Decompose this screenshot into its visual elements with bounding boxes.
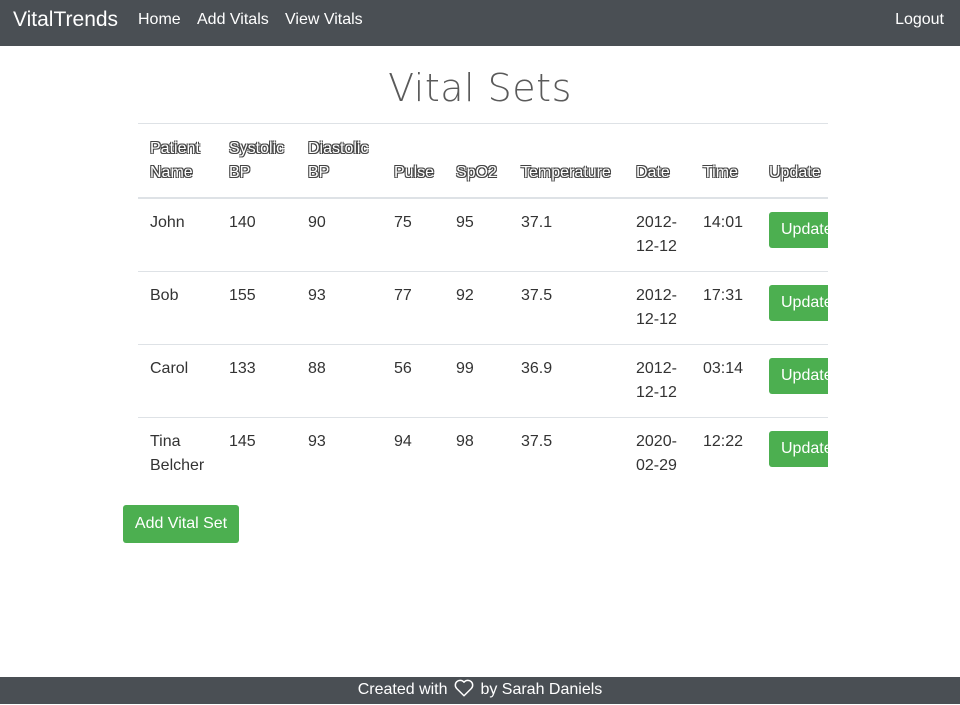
cell-systolic: 140 bbox=[229, 214, 256, 231]
cell-date: 2012-12-12 bbox=[624, 344, 691, 418]
cell-date: 2020-02-29 bbox=[624, 417, 691, 490]
cell-spo2: 95 bbox=[456, 214, 474, 231]
cell-diastolic: 90 bbox=[308, 214, 326, 231]
cell-pulse: 56 bbox=[382, 344, 444, 418]
footer-prefix: Created with bbox=[357, 681, 448, 698]
cell-time: 14:01 bbox=[703, 214, 744, 231]
nav-add-vitals-link[interactable]: Add Vitals bbox=[197, 11, 269, 29]
header-patient-name: Patient Name bbox=[138, 123, 217, 199]
cell-update: Update bbox=[757, 417, 828, 490]
header-diastolic-bp: Diastolic BP bbox=[296, 123, 382, 199]
header-pulse: Pulse bbox=[382, 123, 444, 199]
cell-update: Update bbox=[757, 198, 828, 272]
navbar: VitalTrends Home Add Vitals View Vitals … bbox=[0, 0, 960, 46]
update-button[interactable]: Update bbox=[769, 285, 828, 321]
cell-update: Update bbox=[757, 344, 828, 418]
update-button[interactable]: Update bbox=[769, 212, 828, 248]
table-row: Tina Belcher 145 93 94 98 37.5 2020-02-2… bbox=[138, 417, 828, 490]
footer: Created with by Sarah Daniels bbox=[0, 677, 960, 704]
cell-diastolic: 88 bbox=[296, 344, 382, 418]
header-time: Time bbox=[691, 123, 757, 199]
vitals-table-container: Patient Name Systolic BP Diastolic BP Pu… bbox=[138, 123, 828, 490]
cell-systolic: 155 bbox=[217, 271, 296, 345]
header-date: Date bbox=[624, 123, 691, 199]
nav-home-link[interactable]: Home bbox=[138, 11, 181, 29]
cell-time: 03:14 bbox=[691, 344, 757, 418]
nav-view-vitals-link[interactable]: View Vitals bbox=[285, 11, 363, 29]
cell-spo2: 98 bbox=[444, 417, 509, 490]
cell-time: 12:22 bbox=[691, 417, 757, 490]
cell-pulse: 75 bbox=[394, 214, 412, 231]
table-header-row: Patient Name Systolic BP Diastolic BP Pu… bbox=[138, 123, 828, 199]
table-row: John 140 90 75 95 37.1 2012-12-12 14:01 … bbox=[138, 198, 828, 272]
cell-pulse: 77 bbox=[382, 271, 444, 345]
cell-systolic: 145 bbox=[217, 417, 296, 490]
cell-temperature: 36.9 bbox=[509, 344, 624, 418]
table-row: Bob 155 93 77 92 37.5 2012-12-12 17:31 U… bbox=[138, 271, 828, 345]
cell-patient-name: Tina Belcher bbox=[138, 417, 217, 490]
cell-temperature: 37.5 bbox=[509, 271, 624, 345]
header-systolic-bp: Systolic BP bbox=[217, 123, 296, 199]
cell-spo2: 99 bbox=[444, 344, 509, 418]
header-update: Update bbox=[757, 123, 828, 199]
vitals-table: Patient Name Systolic BP Diastolic BP Pu… bbox=[138, 123, 828, 490]
header-temperature: Temperature bbox=[509, 123, 624, 199]
update-button[interactable]: Update bbox=[769, 358, 828, 394]
logout-link[interactable]: Logout bbox=[895, 11, 944, 29]
heart-icon bbox=[454, 679, 474, 705]
cell-spo2: 92 bbox=[444, 271, 509, 345]
cell-patient-name: John bbox=[150, 214, 185, 231]
cell-date: 2012-12-12 bbox=[636, 214, 677, 255]
cell-time: 17:31 bbox=[691, 271, 757, 345]
header-spo2: SpO2 bbox=[444, 123, 509, 199]
add-vital-set-button[interactable]: Add Vital Set bbox=[123, 505, 239, 543]
brand-logo[interactable]: VitalTrends bbox=[13, 8, 118, 32]
cell-temperature: 37.5 bbox=[509, 417, 624, 490]
update-button[interactable]: Update bbox=[769, 431, 828, 467]
footer-suffix: by Sarah Daniels bbox=[480, 681, 603, 698]
cell-temperature: 37.1 bbox=[521, 214, 553, 231]
cell-patient-name: Carol bbox=[138, 344, 217, 418]
cell-date: 2012-12-12 bbox=[624, 271, 691, 345]
cell-update: Update bbox=[757, 271, 828, 345]
table-row: Carol 133 88 56 99 36.9 2012-12-12 03:14… bbox=[138, 344, 828, 418]
cell-systolic: 133 bbox=[217, 344, 296, 418]
cell-pulse: 94 bbox=[382, 417, 444, 490]
page-title: Vital Sets bbox=[388, 66, 572, 110]
cell-diastolic: 93 bbox=[296, 271, 382, 345]
cell-diastolic: 93 bbox=[296, 417, 382, 490]
cell-patient-name: Bob bbox=[138, 271, 217, 345]
